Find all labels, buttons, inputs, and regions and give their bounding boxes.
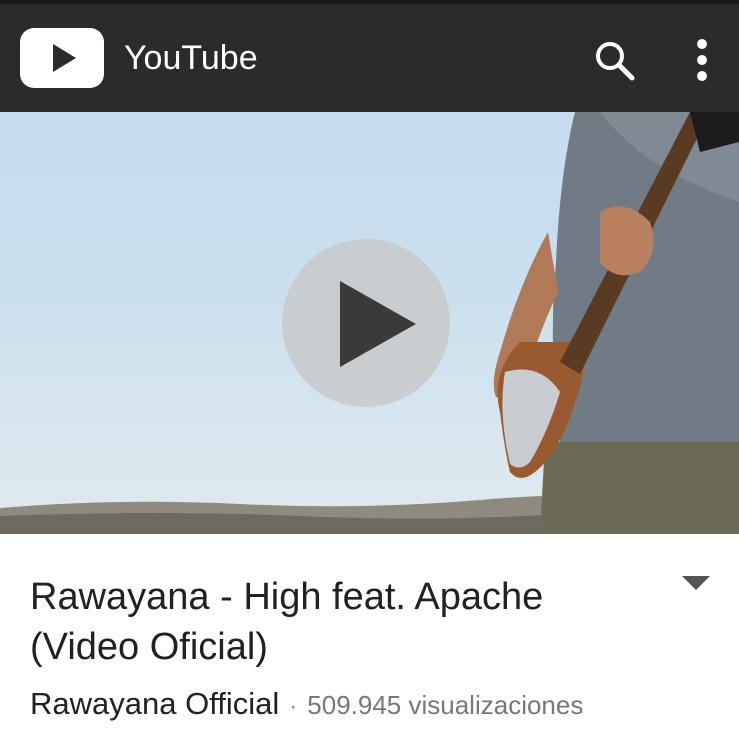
youtube-video-page: YouTube Rawayana - High feat. Apache (Vi… xyxy=(0,0,739,739)
app-title: YouTube xyxy=(124,39,258,77)
view-count: 509.945 visualizaciones xyxy=(307,690,584,720)
video-info: Rawayana - High feat. Apache (Video Ofic… xyxy=(0,534,739,739)
more-options-button[interactable] xyxy=(680,34,724,86)
expand-description-button[interactable] xyxy=(676,570,716,596)
video-meta: Rawayana Official · 509.945 visualizacione… xyxy=(30,684,583,730)
more-vertical-icon xyxy=(697,39,707,81)
channel-name[interactable]: Rawayana Official xyxy=(30,686,279,721)
search-icon xyxy=(596,42,635,81)
play-icon xyxy=(340,281,416,367)
video-player[interactable] xyxy=(0,112,739,534)
app-bar: YouTube xyxy=(0,4,739,112)
caret-down-icon xyxy=(682,576,710,590)
meta-separator: · xyxy=(289,693,298,720)
search-button[interactable] xyxy=(588,34,640,86)
play-button[interactable] xyxy=(282,239,450,407)
youtube-logo-icon[interactable] xyxy=(20,28,104,88)
video-title: Rawayana - High feat. Apache (Video Ofic… xyxy=(30,576,544,668)
